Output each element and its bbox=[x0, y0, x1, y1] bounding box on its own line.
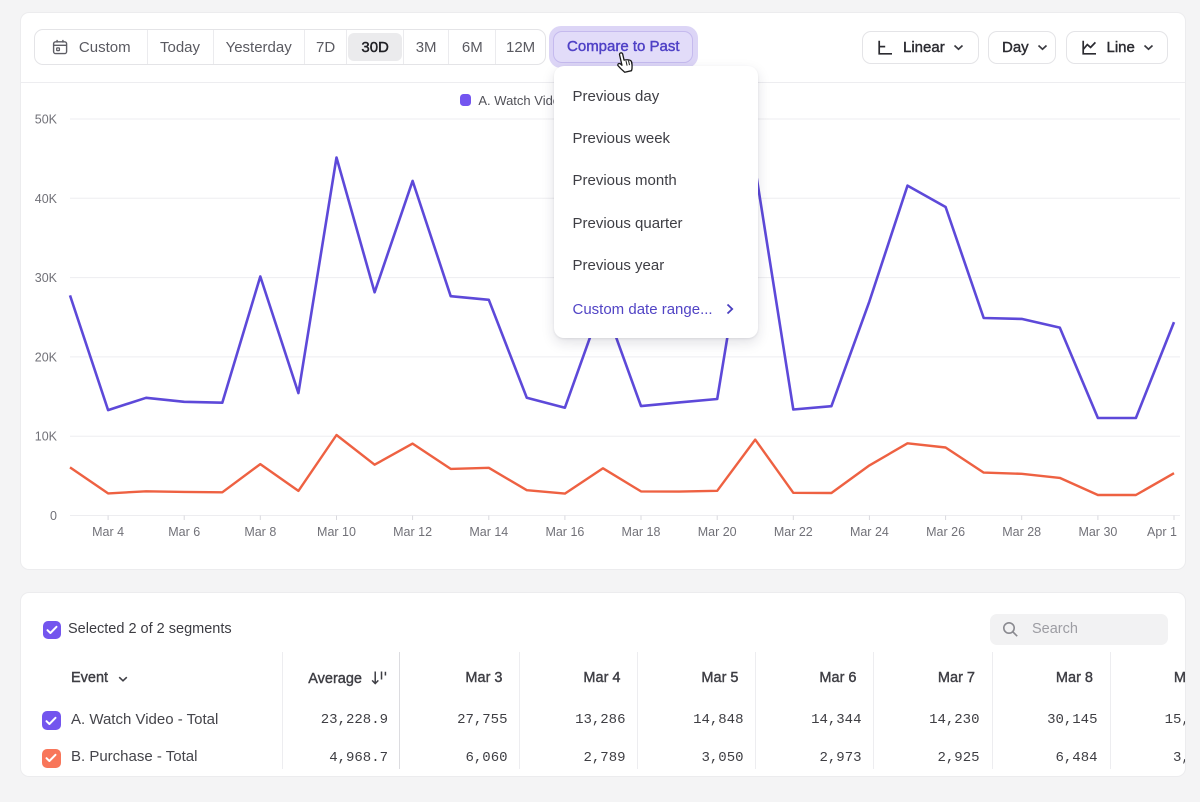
svg-text:30K: 30K bbox=[35, 271, 58, 285]
svg-text:Mar 6: Mar 6 bbox=[168, 525, 200, 539]
svg-text:Mar 8: Mar 8 bbox=[244, 525, 276, 539]
svg-text:Mar 26: Mar 26 bbox=[926, 525, 965, 539]
svg-text:10K: 10K bbox=[35, 430, 58, 444]
svg-text:50K: 50K bbox=[35, 113, 58, 127]
svg-text:Mar 12: Mar 12 bbox=[393, 525, 432, 539]
svg-text:Mar 18: Mar 18 bbox=[622, 525, 661, 539]
svg-text:Apr 1: Apr 1 bbox=[1147, 525, 1177, 539]
svg-text:Mar 30: Mar 30 bbox=[1078, 525, 1117, 539]
svg-text:Mar 24: Mar 24 bbox=[850, 525, 889, 539]
svg-text:Mar 20: Mar 20 bbox=[698, 525, 737, 539]
svg-text:20K: 20K bbox=[35, 350, 58, 364]
svg-text:0: 0 bbox=[50, 509, 57, 523]
svg-text:Mar 28: Mar 28 bbox=[1002, 525, 1041, 539]
svg-text:Mar 16: Mar 16 bbox=[545, 525, 584, 539]
svg-text:Mar 10: Mar 10 bbox=[317, 525, 356, 539]
svg-text:Mar 22: Mar 22 bbox=[774, 525, 813, 539]
svg-text:Mar 14: Mar 14 bbox=[469, 525, 508, 539]
svg-text:Mar 4: Mar 4 bbox=[92, 525, 124, 539]
svg-text:40K: 40K bbox=[35, 192, 58, 206]
